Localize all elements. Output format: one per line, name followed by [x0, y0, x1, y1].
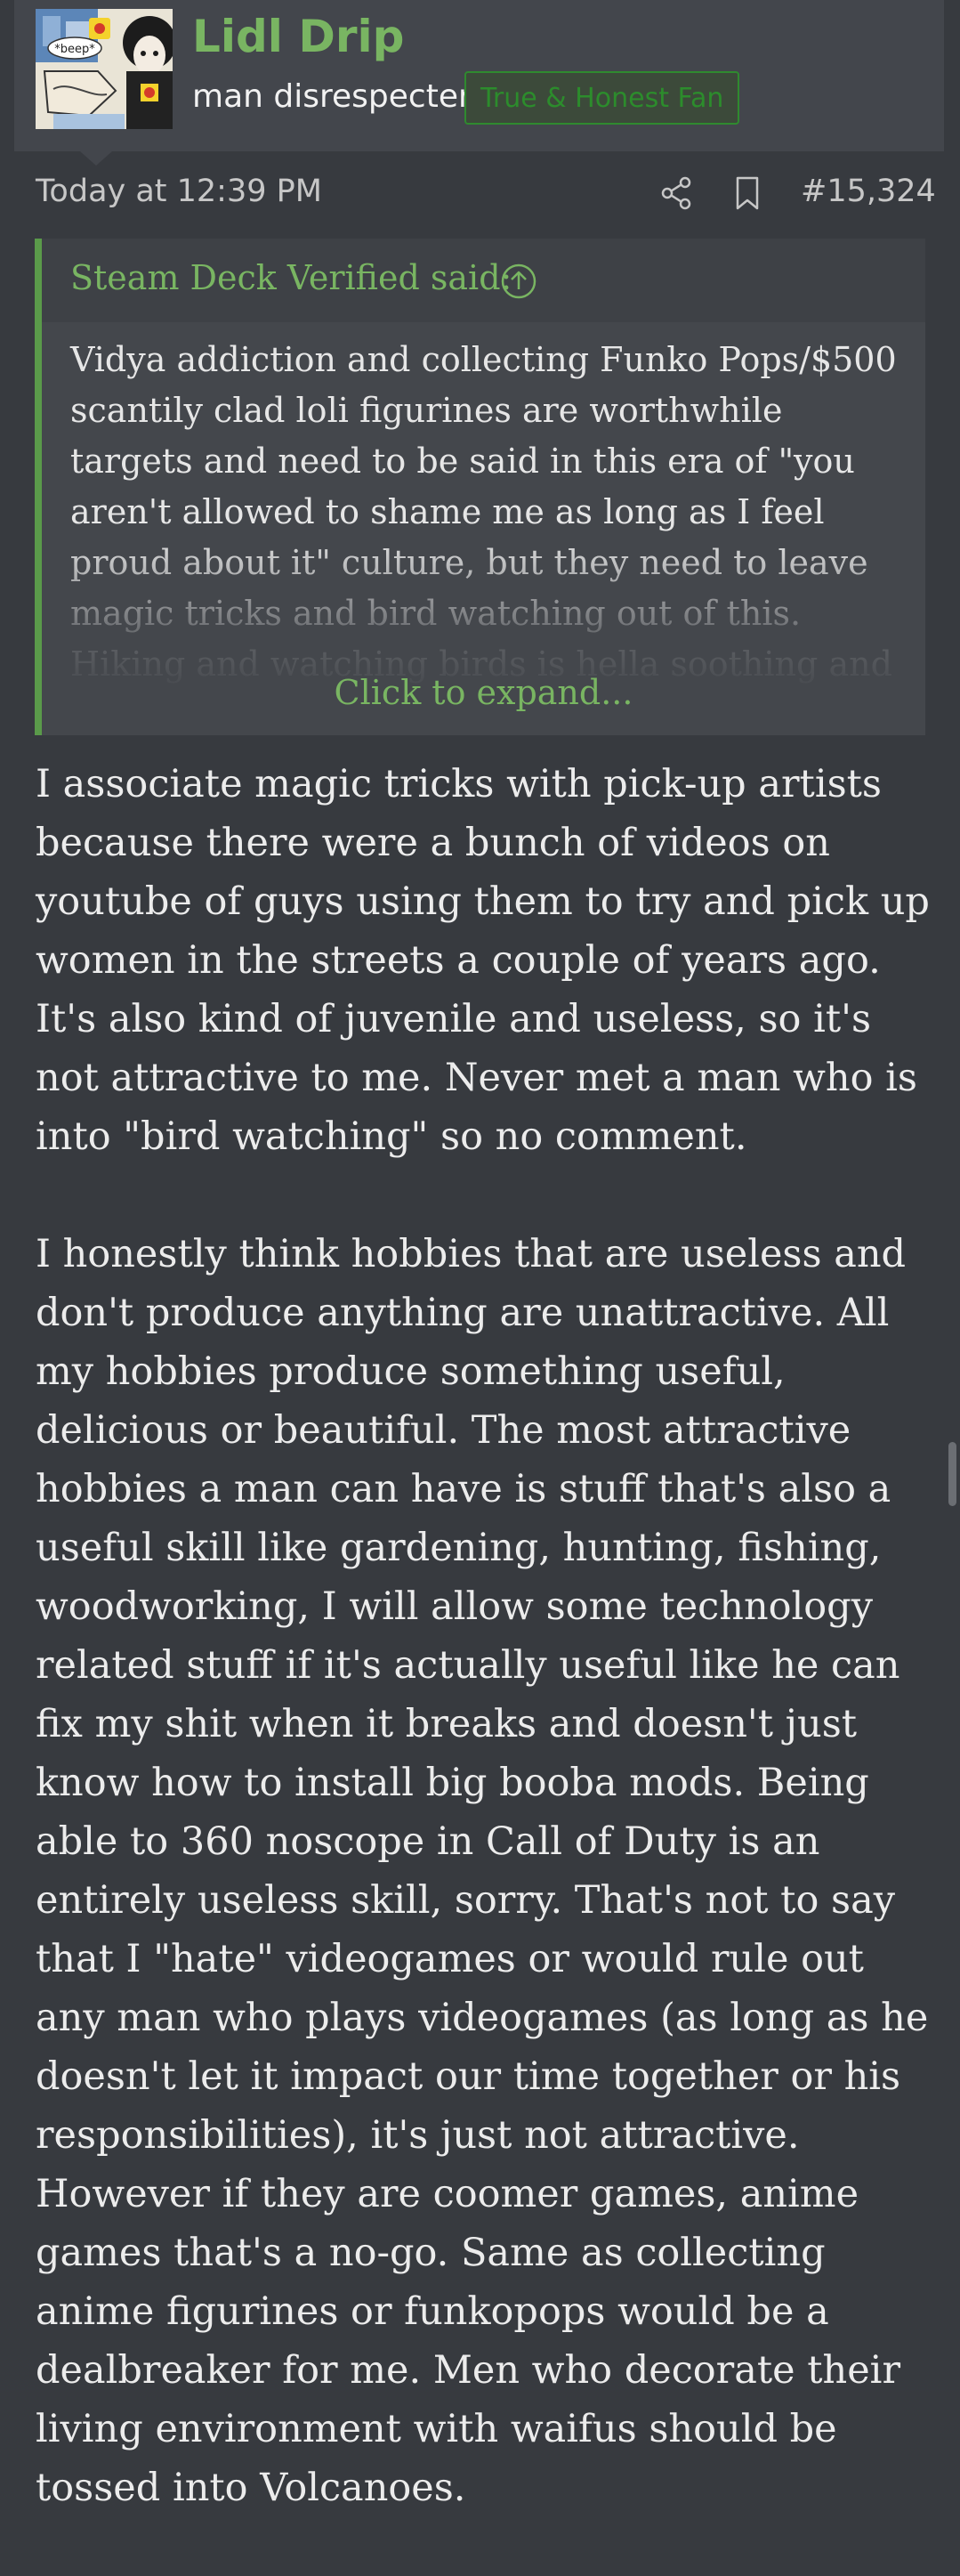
post-number[interactable]: #15,324: [801, 174, 936, 209]
post-paragraph: I honestly think hobbies that are useles…: [36, 1232, 929, 2510]
post-date[interactable]: Today at 12:39 PM: [36, 174, 322, 209]
avatar-image: *beep*: [36, 9, 173, 129]
quote-author[interactable]: Steam Deck Verified said:: [70, 258, 512, 297]
arrow-up-circle-icon[interactable]: [499, 262, 538, 301]
scrollbar-thumb[interactable]: [948, 1442, 956, 1506]
quote-attribution[interactable]: Steam Deck Verified said:: [42, 239, 925, 322]
share-icon[interactable]: [658, 175, 694, 211]
header-pointer: [80, 151, 112, 166]
avatar-speech-text: *beep*: [54, 43, 95, 56]
quote-block: Steam Deck Verified said: Vidya addictio…: [35, 239, 925, 735]
post-paragraph: I associate magic tricks with pick-up ar…: [36, 762, 930, 1159]
post-meta: Today at 12:39 PM #15,324: [0, 165, 960, 227]
user-avatar[interactable]: *beep*: [36, 9, 173, 129]
post-body: I associate magic tricks with pick-up ar…: [36, 755, 934, 2576]
user-banner: True & Honest Fan: [464, 71, 740, 125]
username[interactable]: Lidl Drip: [192, 11, 404, 62]
user-title: man disrespecter: [192, 78, 472, 115]
bookmark-icon[interactable]: [731, 175, 763, 211]
expand-quote-link[interactable]: Click to expand...: [42, 673, 925, 712]
user-header: *beep* Lidl Drip man disrespecter True &…: [14, 0, 944, 151]
